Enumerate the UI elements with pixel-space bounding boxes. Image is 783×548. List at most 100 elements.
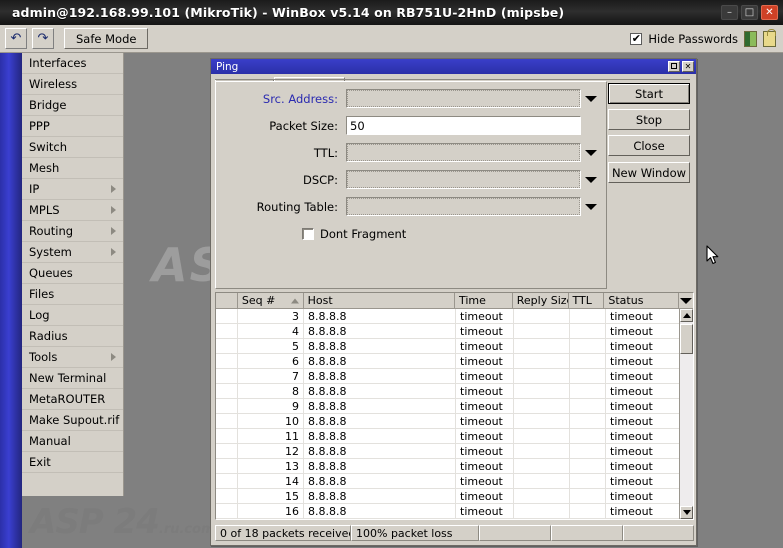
- chevron-down-icon[interactable]: [584, 176, 598, 183]
- menu-item-mpls[interactable]: MPLS: [22, 200, 123, 221]
- menu-item-metarouter[interactable]: MetaROUTER: [22, 389, 123, 410]
- ttl-input[interactable]: [346, 143, 581, 162]
- menu-item-new-terminal[interactable]: New Terminal: [22, 368, 123, 389]
- start-button[interactable]: Start: [608, 83, 690, 104]
- redo-icon[interactable]: ↷: [32, 28, 54, 49]
- menu-item-bridge[interactable]: Bridge: [22, 95, 123, 116]
- status-extra-1: [479, 525, 551, 541]
- column-header-reply-size[interactable]: Reply Size: [512, 293, 569, 308]
- cell-ttl: [570, 474, 606, 488]
- safe-mode-button[interactable]: Safe Mode: [64, 28, 149, 49]
- menu-item-label: Make Supout.rif: [29, 413, 120, 427]
- menu-item-system[interactable]: System: [22, 242, 123, 263]
- cell-status: timeout: [606, 309, 681, 323]
- cell-host: 8.8.8.8: [304, 369, 456, 383]
- results-scrollbar[interactable]: [679, 309, 693, 519]
- ping-close-icon[interactable]: ✕: [682, 61, 694, 72]
- scrollbar-thumb[interactable]: [680, 324, 693, 354]
- menu-item-ppp[interactable]: PPP: [22, 116, 123, 137]
- menu-item-ip[interactable]: IP: [22, 179, 123, 200]
- hide-passwords-checkbox[interactable]: ✔: [630, 32, 643, 45]
- cell-time: timeout: [456, 444, 514, 458]
- maximize-icon[interactable]: □: [741, 5, 758, 20]
- table-row[interactable]: 5 8.8.8.8 timeout timeout: [216, 339, 693, 354]
- menu-item-make-supout-rif[interactable]: Make Supout.rif: [22, 410, 123, 431]
- ping-window: Ping ✕ GeneralAdvanced Src. Address:Pack…: [210, 58, 697, 546]
- table-row[interactable]: 7 8.8.8.8 timeout timeout: [216, 369, 693, 384]
- table-row[interactable]: 3 8.8.8.8 timeout timeout: [216, 309, 693, 324]
- chevron-down-icon[interactable]: [584, 149, 598, 156]
- table-row[interactable]: 4 8.8.8.8 timeout timeout: [216, 324, 693, 339]
- cell-seq: 13: [238, 459, 304, 473]
- menu-item-tools[interactable]: Tools: [22, 347, 123, 368]
- cell-time: timeout: [456, 474, 514, 488]
- menu-item-wireless[interactable]: Wireless: [22, 74, 123, 95]
- stop-button[interactable]: Stop: [608, 109, 690, 130]
- table-row[interactable]: 6 8.8.8.8 timeout timeout: [216, 354, 693, 369]
- dscp-input[interactable]: [346, 170, 581, 189]
- column-header-ttl[interactable]: TTL: [568, 293, 605, 308]
- cell-host: 8.8.8.8: [304, 339, 456, 353]
- cell-host: 8.8.8.8: [304, 459, 456, 473]
- close-icon[interactable]: ✕: [761, 5, 778, 20]
- menu-item-label: New Terminal: [29, 371, 107, 385]
- menu-item-queues[interactable]: Queues: [22, 263, 123, 284]
- table-row[interactable]: 9 8.8.8.8 timeout timeout: [216, 399, 693, 414]
- menu-item-manual[interactable]: Manual: [22, 431, 123, 452]
- hide-passwords-label: Hide Passwords: [648, 31, 738, 46]
- column-header-status[interactable]: Status: [604, 293, 680, 308]
- packet-size-input[interactable]: 50: [346, 116, 581, 135]
- table-row[interactable]: 15 8.8.8.8 timeout timeout: [216, 489, 693, 504]
- table-row[interactable]: 12 8.8.8.8 timeout timeout: [216, 444, 693, 459]
- field-label: Packet Size:: [269, 118, 338, 133]
- cell-seq: 8: [238, 384, 304, 398]
- cell-time: timeout: [456, 354, 514, 368]
- cell-ttl: [570, 384, 606, 398]
- chevron-down-icon[interactable]: [584, 203, 598, 210]
- cell-seq: 12: [238, 444, 304, 458]
- column-menu-icon[interactable]: [679, 293, 693, 308]
- menu-item-log[interactable]: Log: [22, 305, 123, 326]
- table-row[interactable]: 16 8.8.8.8 timeout timeout: [216, 504, 693, 519]
- status-packet-loss: 100% packet loss: [351, 525, 479, 541]
- menu-item-radius[interactable]: Radius: [22, 326, 123, 347]
- cell-host: 8.8.8.8: [304, 444, 456, 458]
- table-row[interactable]: 10 8.8.8.8 timeout timeout: [216, 414, 693, 429]
- row-flag-cell: [216, 459, 238, 473]
- dont-fragment-row[interactable]: Dont Fragment: [302, 227, 606, 241]
- minimize-icon[interactable]: –: [721, 5, 738, 20]
- column-header-flag[interactable]: [216, 293, 238, 308]
- row-flag-cell: [216, 474, 238, 488]
- column-header-host[interactable]: Host: [303, 293, 455, 308]
- cell-time: timeout: [456, 489, 514, 503]
- table-row[interactable]: 13 8.8.8.8 timeout timeout: [216, 459, 693, 474]
- menu-item-exit[interactable]: Exit: [22, 452, 123, 473]
- menu-item-label: Mesh: [29, 161, 60, 175]
- menu-item-mesh[interactable]: Mesh: [22, 158, 123, 179]
- menu-item-switch[interactable]: Switch: [22, 137, 123, 158]
- src-address-input[interactable]: [346, 89, 581, 108]
- cell-ttl: [570, 429, 606, 443]
- row-flag-cell: [216, 309, 238, 323]
- chevron-down-icon[interactable]: [584, 95, 598, 102]
- ping-maximize-icon[interactable]: [668, 61, 680, 72]
- new-window-button[interactable]: New Window: [608, 162, 690, 183]
- column-header-label: Status: [608, 294, 644, 307]
- dont-fragment-checkbox[interactable]: [302, 228, 314, 240]
- menu-item-routing[interactable]: Routing: [22, 221, 123, 242]
- scroll-down-button[interactable]: [680, 506, 693, 519]
- menu-item-interfaces[interactable]: Interfaces: [22, 53, 123, 74]
- menu-item-files[interactable]: Files: [22, 284, 123, 305]
- ping-title-bar[interactable]: Ping ✕: [211, 59, 696, 74]
- column-header-seq[interactable]: Seq #: [237, 293, 304, 308]
- field-label: TTL:: [313, 145, 338, 160]
- table-row[interactable]: 14 8.8.8.8 timeout timeout: [216, 474, 693, 489]
- close-button[interactable]: Close: [608, 135, 690, 156]
- scroll-up-button[interactable]: [680, 309, 693, 322]
- routing-table-input[interactable]: [346, 197, 581, 216]
- column-header-time[interactable]: Time: [454, 293, 513, 308]
- undo-icon[interactable]: ↶: [5, 28, 27, 49]
- row-flag-cell: [216, 444, 238, 458]
- table-row[interactable]: 11 8.8.8.8 timeout timeout: [216, 429, 693, 444]
- table-row[interactable]: 8 8.8.8.8 timeout timeout: [216, 384, 693, 399]
